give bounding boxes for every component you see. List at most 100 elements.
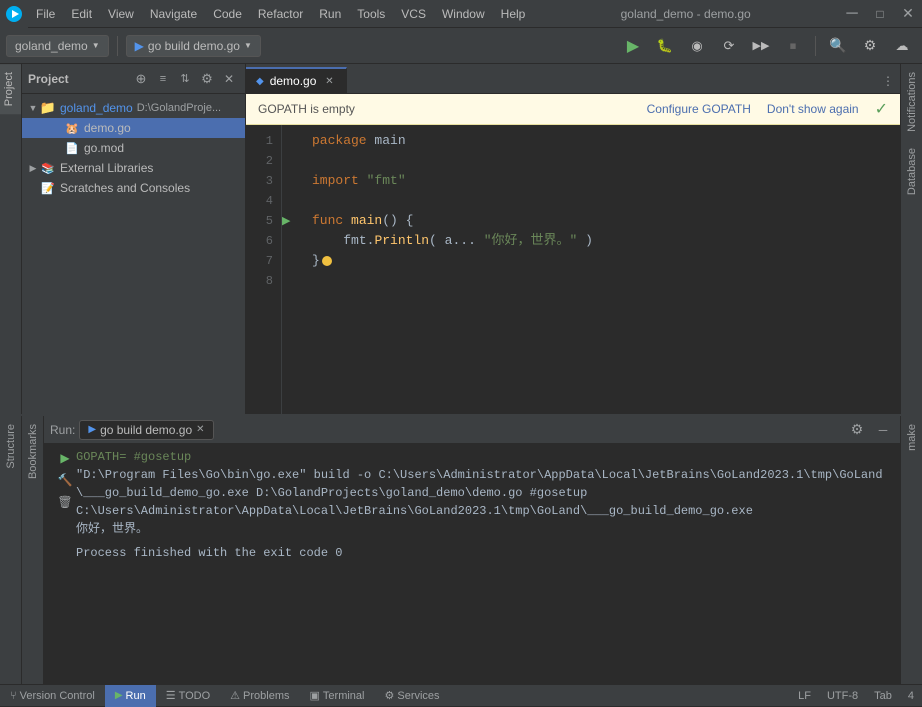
run-config-icon: ▶: [135, 39, 144, 53]
terminal-label: Terminal: [323, 690, 365, 702]
scratches-icon: 📝: [40, 180, 56, 196]
tree-scratches-label: Scratches and Consoles: [60, 181, 190, 195]
code-content[interactable]: package main import "fmt" func main() { …: [300, 125, 900, 414]
notifications-panel-label[interactable]: Notifications: [903, 64, 921, 140]
search-everywhere-button[interactable]: 🔍: [824, 32, 852, 60]
services-label: Services: [397, 690, 439, 702]
tree-root-path: D:\GolandProje...: [137, 102, 221, 114]
menu-help[interactable]: Help: [493, 0, 534, 28]
minimize-button[interactable]: ─: [838, 0, 866, 28]
structure-panel-label[interactable]: Structure: [2, 416, 20, 477]
make-panel-label[interactable]: make: [903, 416, 921, 459]
output-line-4: 你好，世界。: [76, 520, 890, 538]
problems-label: Problems: [243, 690, 289, 702]
settings-button[interactable]: ⚙: [856, 32, 884, 60]
maximize-button[interactable]: □: [866, 0, 894, 28]
project-close-icon[interactable]: ✕: [219, 69, 239, 89]
run-play-icon: ▶: [60, 450, 69, 468]
menubar: File Edit View Navigate Code Refactor Ru…: [0, 0, 922, 28]
status-tab-todo[interactable]: ☰ TODO: [156, 685, 220, 707]
run-arrow-gutter[interactable]: ▶: [282, 211, 300, 231]
status-indent[interactable]: Tab: [866, 685, 900, 707]
tree-root-item[interactable]: ▼ 📁 goland_demo D:\GolandProje...: [22, 98, 245, 118]
line-num-7: 7: [246, 251, 273, 271]
menu-refactor[interactable]: Refactor: [250, 0, 311, 28]
coverage-button[interactable]: ◉: [683, 32, 711, 60]
close-button[interactable]: ✕: [894, 0, 922, 28]
toolbar: goland_demo ▼ ▶ go build demo.go ▼ ▶ 🐛 ◉…: [0, 28, 922, 64]
project-panel: Project ⊕ ≡ ⇅ ⚙ ✕ ▼ 📁 goland_demo D:\Gol…: [22, 64, 246, 414]
run-config-label: go build demo.go: [148, 39, 240, 53]
vcs-button[interactable]: ☁: [888, 32, 916, 60]
configure-gopath-link[interactable]: Configure GOPATH: [647, 102, 751, 116]
run-output-content[interactable]: ▶ 🔨 🗑 GOPATH= #gosetup "D:\Program Files…: [44, 444, 900, 684]
editor-tab-demo-go[interactable]: ◆ demo.go ✕: [246, 67, 347, 93]
menu-navigate[interactable]: Navigate: [142, 0, 205, 28]
tab-more-button[interactable]: ⋮: [876, 69, 900, 93]
notification-check-icon: ✓: [875, 99, 888, 119]
tree-item-demo-go-label: demo.go: [84, 121, 131, 135]
problems-icon: ⚠: [230, 689, 240, 702]
project-add-icon[interactable]: ⊕: [131, 69, 151, 89]
status-tab-version-control[interactable]: ⑂ Version Control: [0, 685, 105, 707]
line-num-4: 4: [246, 191, 273, 211]
project-panel-label[interactable]: Project: [0, 64, 21, 114]
bookmarks-panel-label[interactable]: Bookmarks: [24, 416, 42, 487]
project-panel-title: Project: [28, 72, 129, 86]
menu-vcs[interactable]: VCS: [393, 0, 434, 28]
dismiss-notification-link[interactable]: Don't show again: [767, 102, 859, 116]
menu-edit[interactable]: Edit: [63, 0, 100, 28]
app-logo[interactable]: [0, 0, 28, 28]
project-gear-icon[interactable]: ⚙: [197, 69, 217, 89]
mod-file-icon: 📄: [64, 140, 80, 156]
run-tab-status-label: Run: [126, 690, 146, 702]
tree-item-demo-go[interactable]: 🐹 demo.go: [22, 118, 245, 138]
line-num-3: 3: [246, 171, 273, 191]
project-collapse-icon[interactable]: ≡: [153, 69, 173, 89]
toolbar-sep2: [815, 36, 816, 56]
tree-external-item[interactable]: ▶ 📚 External Libraries: [22, 158, 245, 178]
tree-scratches-item[interactable]: 📝 Scratches and Consoles: [22, 178, 245, 198]
tab-label: demo.go: [270, 74, 317, 88]
profile-button[interactable]: ⟳: [715, 32, 743, 60]
project-name: goland_demo: [15, 39, 88, 53]
services-icon: ⚙: [385, 689, 395, 702]
run-clear-icon[interactable]: 🗑: [57, 494, 72, 512]
code-line-4: [312, 191, 900, 211]
run-close-button[interactable]: ─: [872, 419, 894, 441]
menu-window[interactable]: Window: [434, 0, 493, 28]
editor-tab-bar: ◆ demo.go ✕ ⋮: [246, 64, 900, 94]
debug-button[interactable]: 🐛: [651, 32, 679, 60]
database-panel-label[interactable]: Database: [903, 140, 921, 203]
run-with-button[interactable]: ▶▶: [747, 32, 775, 60]
run-config-button[interactable]: ▶ go build demo.go ▼: [126, 35, 261, 57]
project-tree: ▼ 📁 goland_demo D:\GolandProje... 🐹 demo…: [22, 94, 245, 414]
status-indent-size[interactable]: 4: [900, 685, 922, 707]
run-settings-button[interactable]: ⚙: [846, 419, 868, 441]
menu-tools[interactable]: Tools: [349, 0, 393, 28]
todo-label: TODO: [179, 690, 211, 702]
status-tab-services[interactable]: ⚙ Services: [375, 685, 450, 707]
tab-close-icon[interactable]: ✕: [322, 74, 336, 88]
project-switcher-button[interactable]: goland_demo ▼: [6, 35, 109, 57]
line-num-8: 8: [246, 271, 273, 291]
status-tab-terminal[interactable]: ▣ Terminal: [300, 685, 375, 707]
code-line-3: import "fmt": [312, 171, 900, 191]
run-tab-button[interactable]: ▶ go build demo.go ✕: [79, 420, 213, 440]
status-tab-problems[interactable]: ⚠ Problems: [220, 685, 299, 707]
menu-file[interactable]: File: [28, 0, 63, 28]
menu-run[interactable]: Run: [311, 0, 349, 28]
menu-view[interactable]: View: [100, 0, 142, 28]
menu-code[interactable]: Code: [205, 0, 250, 28]
tree-item-go-mod[interactable]: 📄 go.mod: [22, 138, 245, 158]
stop-button[interactable]: ⏹: [779, 32, 807, 60]
line-num-1: 1: [246, 131, 273, 151]
status-encoding[interactable]: UTF-8: [819, 685, 866, 707]
run-tab-close-icon[interactable]: ✕: [196, 424, 204, 435]
run-button[interactable]: ▶: [619, 32, 647, 60]
code-line-8: [312, 271, 900, 291]
status-tab-run[interactable]: ▶ Run: [105, 685, 156, 707]
project-scroll-icon[interactable]: ⇅: [175, 69, 195, 89]
status-lf[interactable]: LF: [790, 685, 819, 707]
code-editor: 1 2 3 4 5 6 7 8 ▶: [246, 125, 900, 414]
